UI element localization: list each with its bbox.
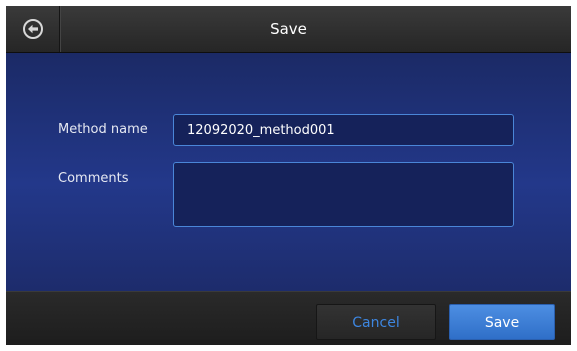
save-button[interactable]: Save [449, 304, 555, 340]
cancel-button[interactable]: Cancel [316, 304, 436, 340]
footer-bar: Cancel Save [6, 291, 571, 345]
method-name-label: Method name [58, 122, 148, 137]
back-arrow-glyph [28, 24, 38, 34]
form-area: Method name Comments [6, 53, 571, 291]
back-button[interactable] [6, 6, 60, 52]
comments-label: Comments [58, 171, 129, 186]
comments-input[interactable] [173, 162, 514, 227]
save-dialog: Save Method name Comments Cancel Save [6, 6, 571, 345]
back-arrow-icon [23, 19, 43, 39]
method-name-input[interactable] [173, 114, 514, 146]
page-title: Save [270, 20, 307, 38]
title-bar: Save [6, 6, 571, 53]
